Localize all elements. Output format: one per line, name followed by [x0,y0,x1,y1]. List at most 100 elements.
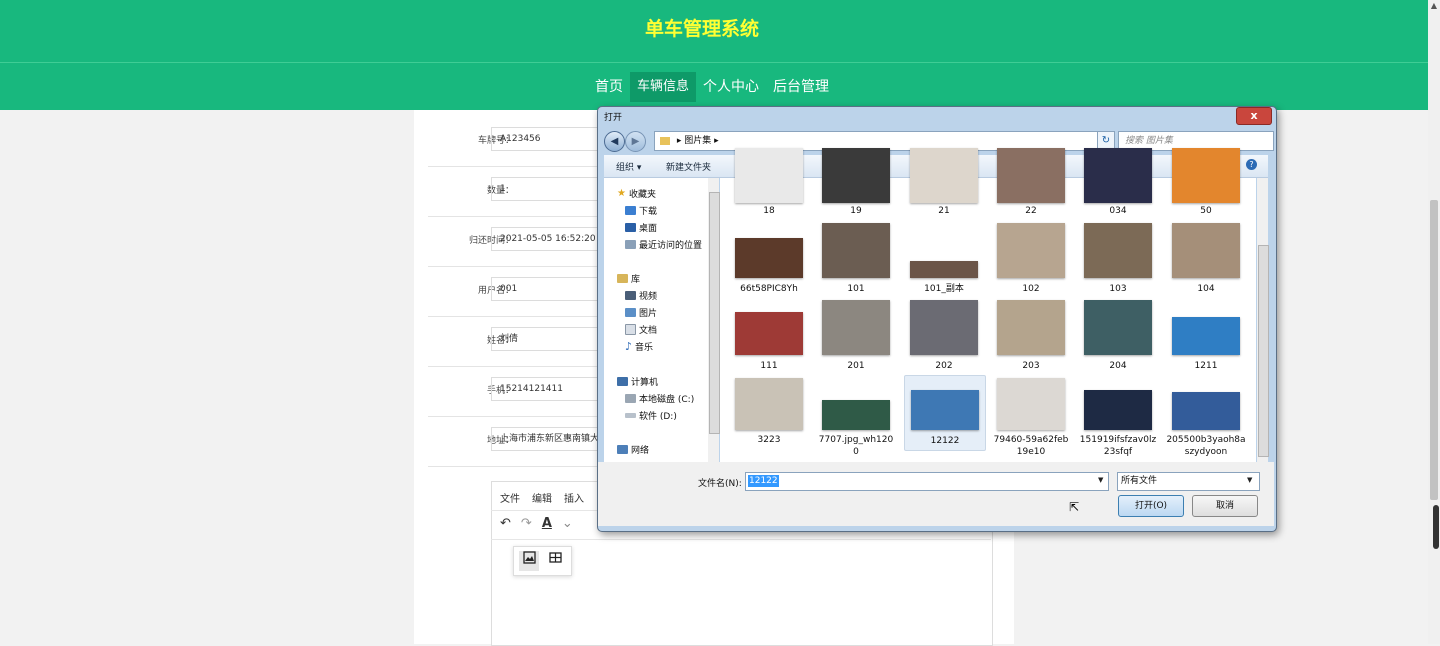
file-item[interactable]: 7707.jpg_wh1200 [816,376,896,460]
nav-pane-scroll-thumb[interactable] [709,192,720,434]
file-item[interactable]: 203 [991,298,1071,374]
file-thumbnail [735,312,803,355]
path-separator-icon: ▸ [714,136,719,146]
table-icon[interactable] [545,551,565,571]
nav-pane-favorites[interactable]: ★ 收藏夹 [617,187,656,200]
undo-icon[interactable]: ↶ [500,516,511,531]
nav-pane-drive-c[interactable]: 本地磁盘 (C:) [625,392,694,405]
file-item[interactable]: 18 [729,148,809,220]
filetype-select[interactable]: 所有文件 [1117,472,1260,491]
file-item[interactable]: 66t58PIC8Yh [729,221,809,297]
star-icon: ★ [617,188,626,199]
editor-menu-edit[interactable]: 编辑 [532,490,552,505]
video-icon [625,291,636,300]
file-thumbnail [997,223,1065,278]
file-list: 18 19 21 22 034 50 66t58PIC8Yh 101 101_副… [720,148,1256,462]
nav-admin[interactable]: 后台管理 [766,72,836,102]
pictures-icon [625,308,636,317]
editor-toolbar: ↶ ↷ A ⌄ [500,516,573,531]
file-item[interactable]: 104 [1166,221,1246,297]
close-icon[interactable]: x [1236,107,1272,125]
redo-icon[interactable]: ↷ [521,516,532,531]
file-thumbnail [1084,223,1152,278]
file-item[interactable]: 201 [816,298,896,374]
image-icon[interactable] [519,551,539,571]
back-arrow-icon[interactable]: ◀ [604,131,625,152]
main-nav: 首页 车辆信息 个人中心 后台管理 [588,72,836,102]
organize-button[interactable]: 组织 ▾ [616,160,641,173]
editor-menu-insert[interactable]: 插入 [564,490,584,505]
file-thumbnail [1084,390,1152,430]
chevron-down-icon[interactable]: ⌄ [562,516,573,531]
filename-label: 文件名(N): [698,479,742,489]
file-item[interactable]: 101 [816,221,896,297]
file-item[interactable]: 1211 [1166,298,1246,374]
folder-icon [660,136,670,145]
username-input[interactable]: 001 [491,277,611,301]
forward-arrow-icon[interactable]: ▶ [625,131,646,152]
nav-pane-videos[interactable]: 视频 [625,289,657,302]
file-item[interactable]: 22 [991,148,1071,220]
nav-vehicle-info[interactable]: 车辆信息 [630,72,697,102]
nav-personal-center[interactable]: 个人中心 [696,72,766,102]
nav-pane-network[interactable]: 网络 [617,443,649,456]
filename-value[interactable]: 12122 [748,475,779,487]
path-separator-icon: ▸ [676,136,682,146]
address-input[interactable]: 上海市浦东新区惠南镇大 [491,427,611,451]
text-color-icon[interactable]: A [542,516,552,531]
dialog-title: 打开 [604,113,623,123]
quantity-input[interactable]: 1 [491,177,611,201]
nav-pane-desktop[interactable]: 桌面 [625,221,657,234]
plate-input[interactable]: A123456 [491,127,611,151]
file-item-selected[interactable]: 12122 [904,375,986,451]
recent-places-icon [625,240,636,249]
new-folder-button[interactable]: 新建文件夹 [666,160,711,173]
file-item[interactable]: 102 [991,221,1071,297]
file-item[interactable]: 19 [816,148,896,220]
file-item[interactable]: 034 [1078,148,1158,220]
file-item[interactable]: 202 [904,298,984,374]
name-input[interactable]: 刘倩 [491,327,611,351]
file-thumbnail [1084,148,1152,203]
editor-menu-file[interactable]: 文件 [500,490,520,505]
nav-pane-drive-d[interactable]: 软件 (D:) [625,409,677,422]
return-time-input[interactable]: 2021-05-05 16:52:20 [491,227,611,251]
nav-pane-documents[interactable]: 文档 [625,323,657,336]
nav-home[interactable]: 首页 [588,72,630,102]
file-thumbnail [1172,317,1240,355]
file-item[interactable]: 3223 [729,376,809,460]
file-item[interactable]: 204 [1078,298,1158,374]
nav-pane-pictures[interactable]: 图片 [625,306,657,319]
nav-pane-computer[interactable]: 计算机 [617,375,658,388]
file-list-scroll-thumb[interactable] [1258,245,1269,457]
scroll-up-arrow-icon[interactable]: ▲ [1428,0,1440,12]
file-item[interactable]: 111 [729,298,809,374]
chevron-down-icon[interactable]: ▼ [1247,476,1252,484]
network-icon [617,445,628,454]
nav-pane-recent[interactable]: 最近访问的位置 [625,238,702,251]
file-item[interactable]: 151919ifsfzav0lz23sfqf [1078,376,1158,460]
editor-divider [491,539,991,540]
cancel-button[interactable]: 取消 [1192,495,1258,517]
file-item[interactable]: 101_副本 [904,221,984,297]
file-item[interactable]: 205500b3yaoh8aszydyoon [1166,376,1246,460]
file-thumbnail [1084,300,1152,355]
file-item[interactable]: 50 [1166,148,1246,220]
path-segment[interactable]: 图片集 [684,136,711,146]
help-icon[interactable]: ? [1246,159,1257,170]
nav-pane-downloads[interactable]: 下载 [625,204,657,217]
page-scroll-thumb[interactable] [1430,200,1438,500]
file-thumbnail [735,378,803,430]
nav-pane-music[interactable]: ♪ 音乐 [625,340,653,353]
file-item[interactable]: 79460-59a62feb19e10 [991,376,1071,460]
nav-pane-libraries[interactable]: 库 [617,272,640,285]
open-button[interactable]: 打开(O) [1118,495,1184,517]
file-thumbnail [910,300,978,355]
file-item[interactable]: 103 [1078,221,1158,297]
filename-input[interactable] [745,472,1109,491]
file-item[interactable]: 21 [904,148,984,220]
file-thumbnail [735,238,803,278]
chevron-down-icon[interactable]: ▼ [1098,476,1103,484]
phone-input[interactable]: 15214121411 [491,377,611,401]
library-icon [617,274,628,283]
